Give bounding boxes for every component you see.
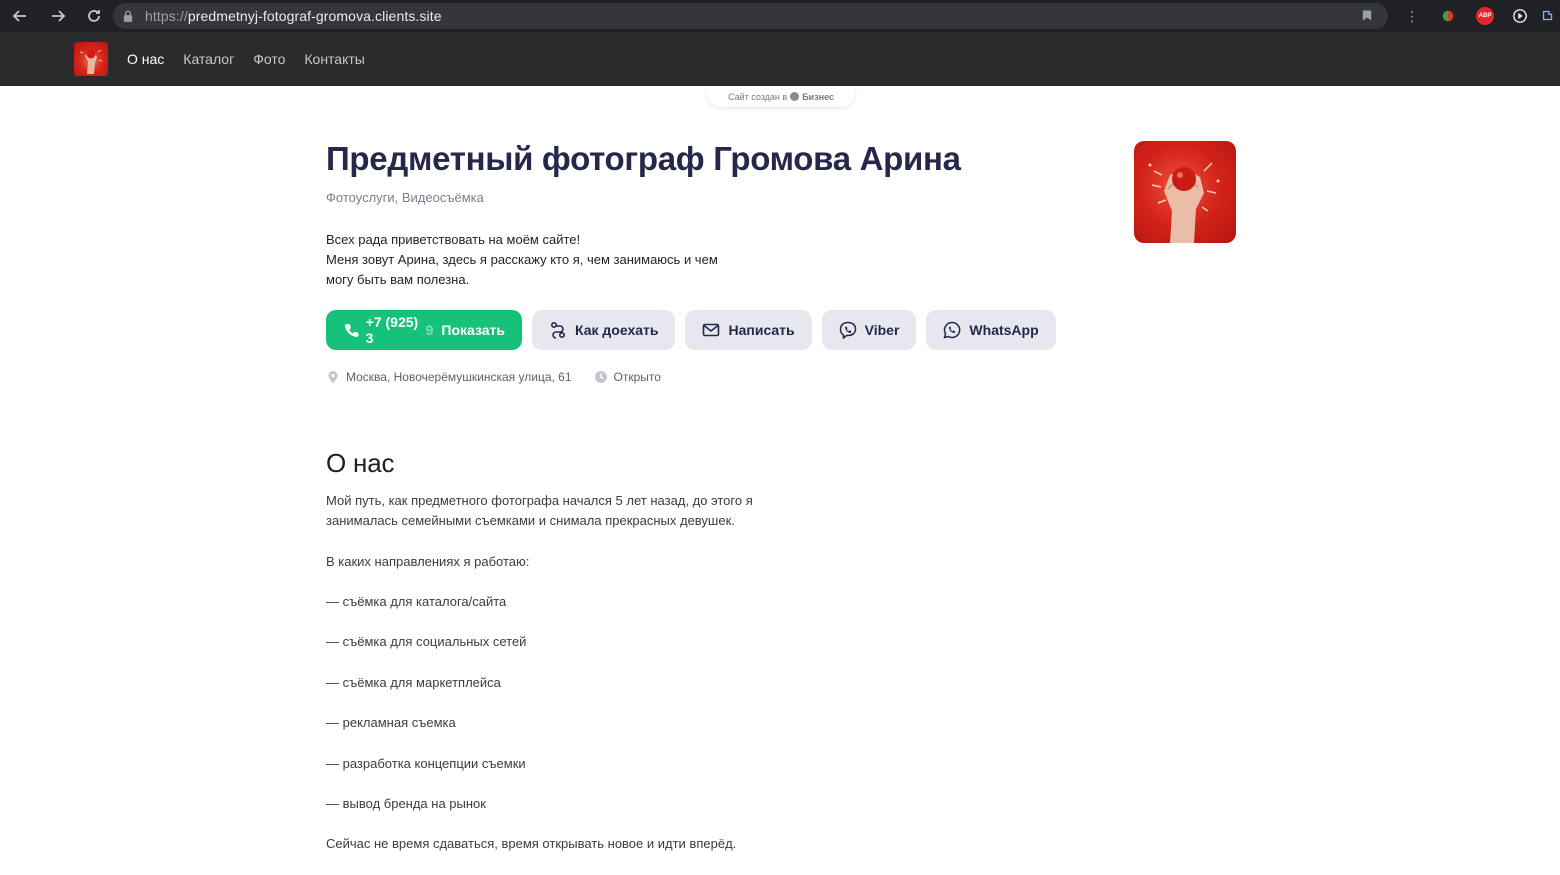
url-text: https://predmetnyj-fotograf-gromova.clie…: [145, 8, 442, 24]
about-paragraph: Мой путь, как предметного фотографа нача…: [326, 493, 753, 529]
about-list-item: — рекламная съемка: [326, 715, 456, 731]
about-list-item: — съёмка для каталога/сайта: [326, 593, 507, 609]
nav-item-photo[interactable]: Фото: [253, 51, 285, 67]
intro-line: Меня зовут Арина, здесь я расскажу кто я…: [326, 252, 718, 267]
extension-color-icon[interactable]: [1434, 0, 1462, 32]
whatsapp-icon: [943, 321, 961, 339]
badge-prefix: Сайт создан в: [727, 91, 788, 102]
site-logo[interactable]: [74, 42, 108, 76]
intro-line: Всех рада приветствовать на моём сайте!: [326, 232, 581, 247]
about-list-item: — вывод бренда на рынок: [326, 795, 486, 811]
address-bar[interactable]: https://predmetnyj-fotograf-gromova.clie…: [113, 3, 1388, 29]
about-list-item: — съёмка для маркетплейса: [326, 674, 501, 690]
status-text: Открыто: [613, 370, 661, 384]
opening-status[interactable]: Открыто: [594, 370, 661, 384]
route-button[interactable]: Как доехать: [532, 310, 676, 350]
yandex-business-logo-icon: [790, 92, 800, 101]
contact-meta: Москва, Новочерёмушкинская улица, 61 Отк…: [326, 370, 661, 384]
created-with-badge[interactable]: Сайт создан в Бизнес: [707, 86, 855, 107]
show-phone-label: Показать: [441, 322, 505, 338]
page-title: Предметный фотограф Громова Арина: [326, 140, 961, 177]
action-buttons: +7 (925) 3 9 Показать Как доехать Написат…: [326, 310, 1056, 350]
lock-icon: [123, 9, 135, 23]
phone-number-hidden: 9: [425, 322, 434, 338]
viber-icon: [839, 321, 856, 339]
viber-button[interactable]: Viber: [821, 310, 917, 350]
whatsapp-button[interactable]: WhatsApp: [926, 310, 1056, 350]
extension-puzzle-icon[interactable]: [1534, 0, 1560, 32]
about-list-item: — разработка концепции съемки: [326, 755, 526, 771]
intro-line: могу быть вам полезна.: [326, 272, 470, 287]
mail-icon: [703, 323, 720, 337]
profile-avatar: [1134, 141, 1236, 243]
page-subtitle: Фотоуслуги, Видеосъёмка: [326, 190, 484, 205]
player-extension-icon[interactable]: [1506, 0, 1534, 32]
about-paragraph: В каких направлениях я работаю:: [326, 553, 530, 569]
location-pin-icon: [328, 371, 338, 383]
about-text: Мой путь, как предметного фотографа нача…: [326, 491, 796, 875]
more-vert-icon[interactable]: ⋮: [1398, 0, 1426, 32]
route-icon: [550, 321, 566, 339]
intro-text: Всех рада приветствовать на моём сайте! …: [326, 230, 766, 290]
clock-icon: [594, 371, 607, 383]
nav-item-catalog[interactable]: Каталог: [183, 51, 234, 67]
phone-button[interactable]: +7 (925) 3 9 Показать: [326, 310, 522, 350]
site-header: О нас Каталог Фото Контакты: [0, 32, 1560, 86]
about-list-item: — съёмка для социальных сетей: [326, 634, 527, 650]
whatsapp-label: WhatsApp: [969, 322, 1039, 338]
badge-brand: Бизнес: [802, 91, 834, 102]
write-label: Написать: [728, 322, 795, 338]
route-label: Как доехать: [575, 322, 659, 338]
phone-number-visible: +7 (925) 3: [365, 314, 419, 346]
viber-label: Viber: [864, 322, 900, 338]
about-paragraph: Сейчас не время сдаваться, время открыва…: [326, 836, 737, 852]
main-nav: О нас Каталог Фото Контакты: [127, 32, 365, 86]
nav-item-about[interactable]: О нас: [127, 51, 164, 67]
about-heading: О нас: [326, 448, 395, 478]
adblock-icon[interactable]: ABP: [1471, 0, 1499, 32]
bookmark-icon[interactable]: [1362, 9, 1374, 23]
address-text: Москва, Новочерёмушкинская улица, 61: [346, 370, 572, 384]
nav-item-contacts[interactable]: Контакты: [304, 51, 364, 67]
write-button[interactable]: Написать: [685, 310, 812, 350]
browser-toolbar: https://predmetnyj-fotograf-gromova.clie…: [0, 0, 1560, 32]
reload-icon[interactable]: [82, 4, 106, 28]
forward-arrow-icon[interactable]: [46, 4, 70, 28]
address[interactable]: Москва, Новочерёмушкинская улица, 61: [326, 370, 572, 384]
back-arrow-icon[interactable]: [8, 4, 32, 28]
phone-icon: [344, 323, 359, 337]
